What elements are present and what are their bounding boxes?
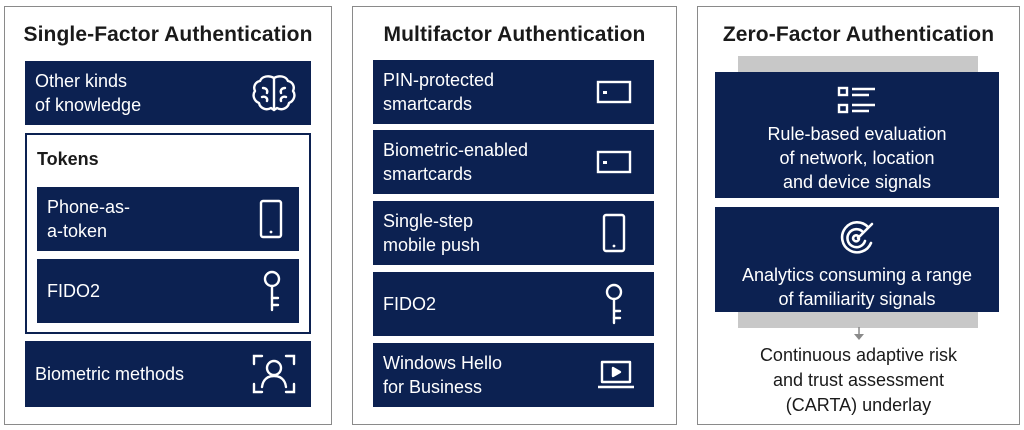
multifactor-panel: Multifactor Authentication PIN-protected… [352, 6, 677, 425]
face-scan-icon [251, 353, 297, 395]
zero-factor-title: Zero-Factor Authentication [722, 23, 995, 46]
mfa-item-windows-hello: Windows Hello for Business [373, 343, 654, 407]
phone-icon [259, 199, 283, 239]
grey-bar-bottom [738, 312, 978, 328]
mfa-item-label: Single-step mobile push [383, 211, 481, 255]
mfa-item-label: FIDO2 [383, 294, 437, 314]
smartcard-icon [596, 80, 632, 104]
knowledge-label: Other kinds of knowledge [35, 71, 142, 115]
tokens-group: Tokens Phone-as- a-token FIDO2 [25, 133, 311, 334]
mfa-item-label: PIN-protected smartcards [383, 70, 495, 114]
single-factor-panel: Single-Factor Authentication Other kinds… [4, 6, 332, 425]
analytics-label: Analytics consuming a range of familiari… [741, 265, 973, 309]
multifactor-title: Multifactor Authentication [383, 23, 646, 46]
knowledge-box: Other kinds of knowledge [25, 61, 311, 125]
fido-token-box: FIDO2 [37, 259, 299, 323]
phone-token-box: Phone-as- a-token [37, 187, 299, 251]
smartcard-icon [596, 150, 632, 174]
brain-icon [251, 73, 297, 113]
mfa-item-fido2: FIDO2 [373, 272, 654, 336]
tokens-heading: Tokens [37, 149, 99, 169]
down-arrow-icon [853, 327, 865, 341]
mfa-item-label: Biometric-enabled smartcards [383, 140, 529, 184]
fido-token-label: FIDO2 [47, 281, 101, 301]
key-icon [603, 283, 625, 325]
single-factor-title: Single-Factor Authentication [23, 23, 313, 46]
target-icon [838, 219, 876, 257]
biometric-box: Biometric methods [25, 341, 311, 407]
mfa-item-mobile-push: Single-step mobile push [373, 201, 654, 265]
mfa-item-biometric-smartcards: Biometric-enabled smartcards [373, 130, 654, 194]
list-icon [837, 86, 877, 116]
zero-factor-panel: Zero-Factor Authentication Rule-based ev… [697, 6, 1020, 425]
carta-caption: Continuous adaptive risk and trust asses… [759, 345, 958, 415]
rule-evaluation-label: Rule-based evaluation of network, locati… [767, 124, 947, 192]
phone-icon [602, 213, 626, 253]
mfa-item-label: Windows Hello for Business [383, 353, 503, 397]
laptop-icon [596, 360, 636, 390]
phone-token-label: Phone-as- a-token [47, 197, 131, 241]
mfa-item-pin-smartcards: PIN-protected smartcards [373, 60, 654, 124]
grey-bar-top [738, 56, 978, 72]
rule-evaluation-box: Rule-based evaluation of network, locati… [715, 72, 999, 198]
biometric-label: Biometric methods [35, 364, 185, 384]
analytics-box: Analytics consuming a range of familiari… [715, 207, 999, 312]
key-icon [261, 270, 283, 312]
